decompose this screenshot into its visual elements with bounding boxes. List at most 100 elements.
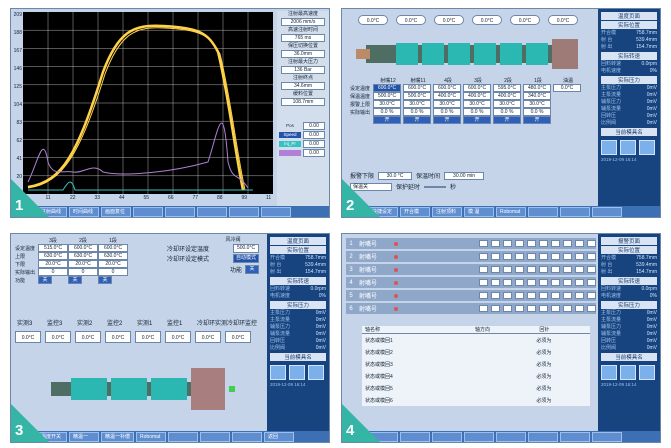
- hot-runner-input[interactable]: 600.0°C: [68, 244, 99, 252]
- temp-input[interactable]: 400.0°C: [433, 92, 462, 100]
- taskbar-button[interactable]: 模 温: [464, 207, 494, 217]
- taskbar-button[interactable]: 精温一补偿: [101, 432, 135, 442]
- pen-icon[interactable]: [270, 365, 286, 380]
- temp-input[interactable]: 0.0 %: [493, 108, 522, 116]
- temp-input[interactable]: 400.0°C: [463, 92, 492, 100]
- temp-input[interactable]: 30.0°C: [463, 100, 492, 108]
- temp-input[interactable]: 480.0°C: [523, 84, 552, 92]
- taskbar-button[interactable]: [400, 432, 430, 442]
- temp-input[interactable]: 30.0°C: [403, 100, 432, 108]
- hot-runner-input[interactable]: 600.0°C: [98, 244, 129, 252]
- taskbar-button[interactable]: 开合模: [400, 207, 430, 217]
- temp-input[interactable]: 0.0 %: [433, 108, 462, 116]
- taskbar-button[interactable]: [168, 432, 199, 442]
- zone-switch-button[interactable]: 开: [493, 116, 522, 124]
- temp-input[interactable]: 500.0°C: [403, 92, 432, 100]
- temp-input[interactable]: 600.0°C: [433, 84, 462, 92]
- zone-switch-button[interactable]: 开: [463, 116, 492, 124]
- func-toggle[interactable]: 关: [245, 265, 259, 274]
- hot-runner-input[interactable]: 20.0°C: [98, 260, 129, 268]
- temp-input[interactable]: 400.0°C: [493, 92, 522, 100]
- temp-input[interactable]: 340.0°C: [523, 92, 552, 100]
- axis-row[interactable]: 状态或模回3 必须为: [362, 358, 590, 370]
- taskbar-button[interactable]: [432, 432, 462, 442]
- chart-icon[interactable]: [308, 365, 324, 380]
- taskbar-button[interactable]: [232, 432, 263, 442]
- temp-input[interactable]: 0.0 %: [373, 108, 402, 116]
- temp-input[interactable]: 600.0°C: [373, 84, 402, 92]
- temp-input[interactable]: 600.0°C: [403, 84, 432, 92]
- taskbar-button[interactable]: [560, 207, 590, 217]
- taskbar-button[interactable]: 画面复位: [101, 207, 131, 217]
- warning-icon[interactable]: [620, 140, 636, 155]
- temp-input[interactable]: 30.0°C: [433, 100, 462, 108]
- nozzle-row[interactable]: 5 射嘴号: [346, 290, 596, 301]
- cool-mode-select[interactable]: 自动模式: [233, 254, 259, 263]
- taskbar-button[interactable]: [165, 207, 195, 217]
- axis-row[interactable]: 状态或模回2 必须为: [362, 346, 590, 358]
- taskbar-button[interactable]: [261, 207, 291, 217]
- alarm-low-input[interactable]: 30.0 °C: [378, 171, 413, 180]
- temp-input[interactable]: 30.0°C: [523, 100, 552, 108]
- warning-icon[interactable]: [289, 365, 305, 380]
- hot-runner-input[interactable]: 630.0°C: [98, 252, 129, 260]
- taskbar-button[interactable]: [229, 207, 259, 217]
- nozzle-row[interactable]: 3 射嘴号: [346, 264, 596, 275]
- hot-runner-input[interactable]: 630.0°C: [38, 252, 69, 260]
- temp-input[interactable]: 30.0°C: [493, 100, 522, 108]
- zone-switch-button[interactable]: 开: [433, 116, 462, 124]
- temp-input[interactable]: 0.0 %: [463, 108, 492, 116]
- hot-runner-input[interactable]: 515.0°C: [38, 244, 69, 252]
- taskbar-button[interactable]: 返回: [264, 432, 295, 442]
- hot-runner-input[interactable]: 关: [98, 276, 113, 284]
- hot-runner-input[interactable]: 20.0°C: [38, 260, 69, 268]
- axis-row[interactable]: 状态或模回6 必须为: [362, 394, 590, 406]
- pen-icon[interactable]: [601, 140, 617, 155]
- taskbar-button[interactable]: 注射顶料: [432, 207, 462, 217]
- nozzle-row[interactable]: 4 射嘴号: [346, 277, 596, 288]
- taskbar-button[interactable]: [496, 432, 526, 442]
- nozzle-row[interactable]: 6 射嘴号: [346, 303, 596, 314]
- hot-runner-input[interactable]: 20.0°C: [68, 260, 99, 268]
- zone-switch-button[interactable]: 开: [373, 116, 402, 124]
- hot-runner-input[interactable]: 关: [68, 276, 83, 284]
- taskbar-button[interactable]: [592, 207, 622, 217]
- temp-input[interactable]: 0.0 %: [403, 108, 432, 116]
- nozzle-row[interactable]: 2 射嘴号: [346, 251, 596, 262]
- chart-icon[interactable]: [639, 365, 655, 380]
- taskbar-button[interactable]: [528, 207, 558, 217]
- cool-set-input[interactable]: 500.0°C: [233, 244, 259, 253]
- taskbar-button[interactable]: 精温一: [69, 432, 99, 442]
- temp-input[interactable]: 30.0°C: [373, 100, 402, 108]
- axis-row[interactable]: 状态或模回5 必须为: [362, 382, 590, 394]
- taskbar-button[interactable]: [560, 432, 590, 442]
- temp-input[interactable]: 595.0°C: [493, 84, 522, 92]
- hold-time-input[interactable]: 30.00 min: [444, 171, 485, 180]
- hot-runner-input[interactable]: 630.0°C: [68, 252, 99, 260]
- temp-input[interactable]: 0.0 %: [523, 108, 552, 116]
- hot-runner-input[interactable]: 0: [38, 268, 69, 276]
- taskbar-button[interactable]: Robomat: [136, 432, 167, 442]
- taskbar-button[interactable]: [133, 207, 163, 217]
- hot-runner-input[interactable]: 0: [68, 268, 99, 276]
- taskbar-button[interactable]: [528, 432, 558, 442]
- hot-runner-input[interactable]: 0: [98, 268, 129, 276]
- axis-row[interactable]: 状态或模回4 必须为: [362, 370, 590, 382]
- taskbar-button[interactable]: [464, 432, 494, 442]
- axis-row[interactable]: 状态或模回1 必须为: [362, 334, 590, 347]
- hot-runner-input[interactable]: 关: [38, 276, 53, 284]
- temp-input[interactable]: 600.0°C: [463, 84, 492, 92]
- taskbar-button[interactable]: [592, 432, 622, 442]
- taskbar-button[interactable]: Robomat: [496, 207, 526, 217]
- taskbar-button[interactable]: [197, 207, 227, 217]
- zone-switch-button[interactable]: 开: [523, 116, 552, 124]
- temp-input[interactable]: 0.0°C: [553, 84, 582, 92]
- warning-icon[interactable]: [620, 365, 636, 380]
- taskbar-button[interactable]: [200, 432, 231, 442]
- nozzle-row[interactable]: 1 射嘴号: [346, 238, 596, 249]
- zone-switch-button[interactable]: 开: [403, 116, 432, 124]
- pen-icon[interactable]: [601, 365, 617, 380]
- taskbar-button[interactable]: 时间曲线: [69, 207, 99, 217]
- chart-icon[interactable]: [639, 140, 655, 155]
- protect-delay-input[interactable]: [424, 185, 447, 188]
